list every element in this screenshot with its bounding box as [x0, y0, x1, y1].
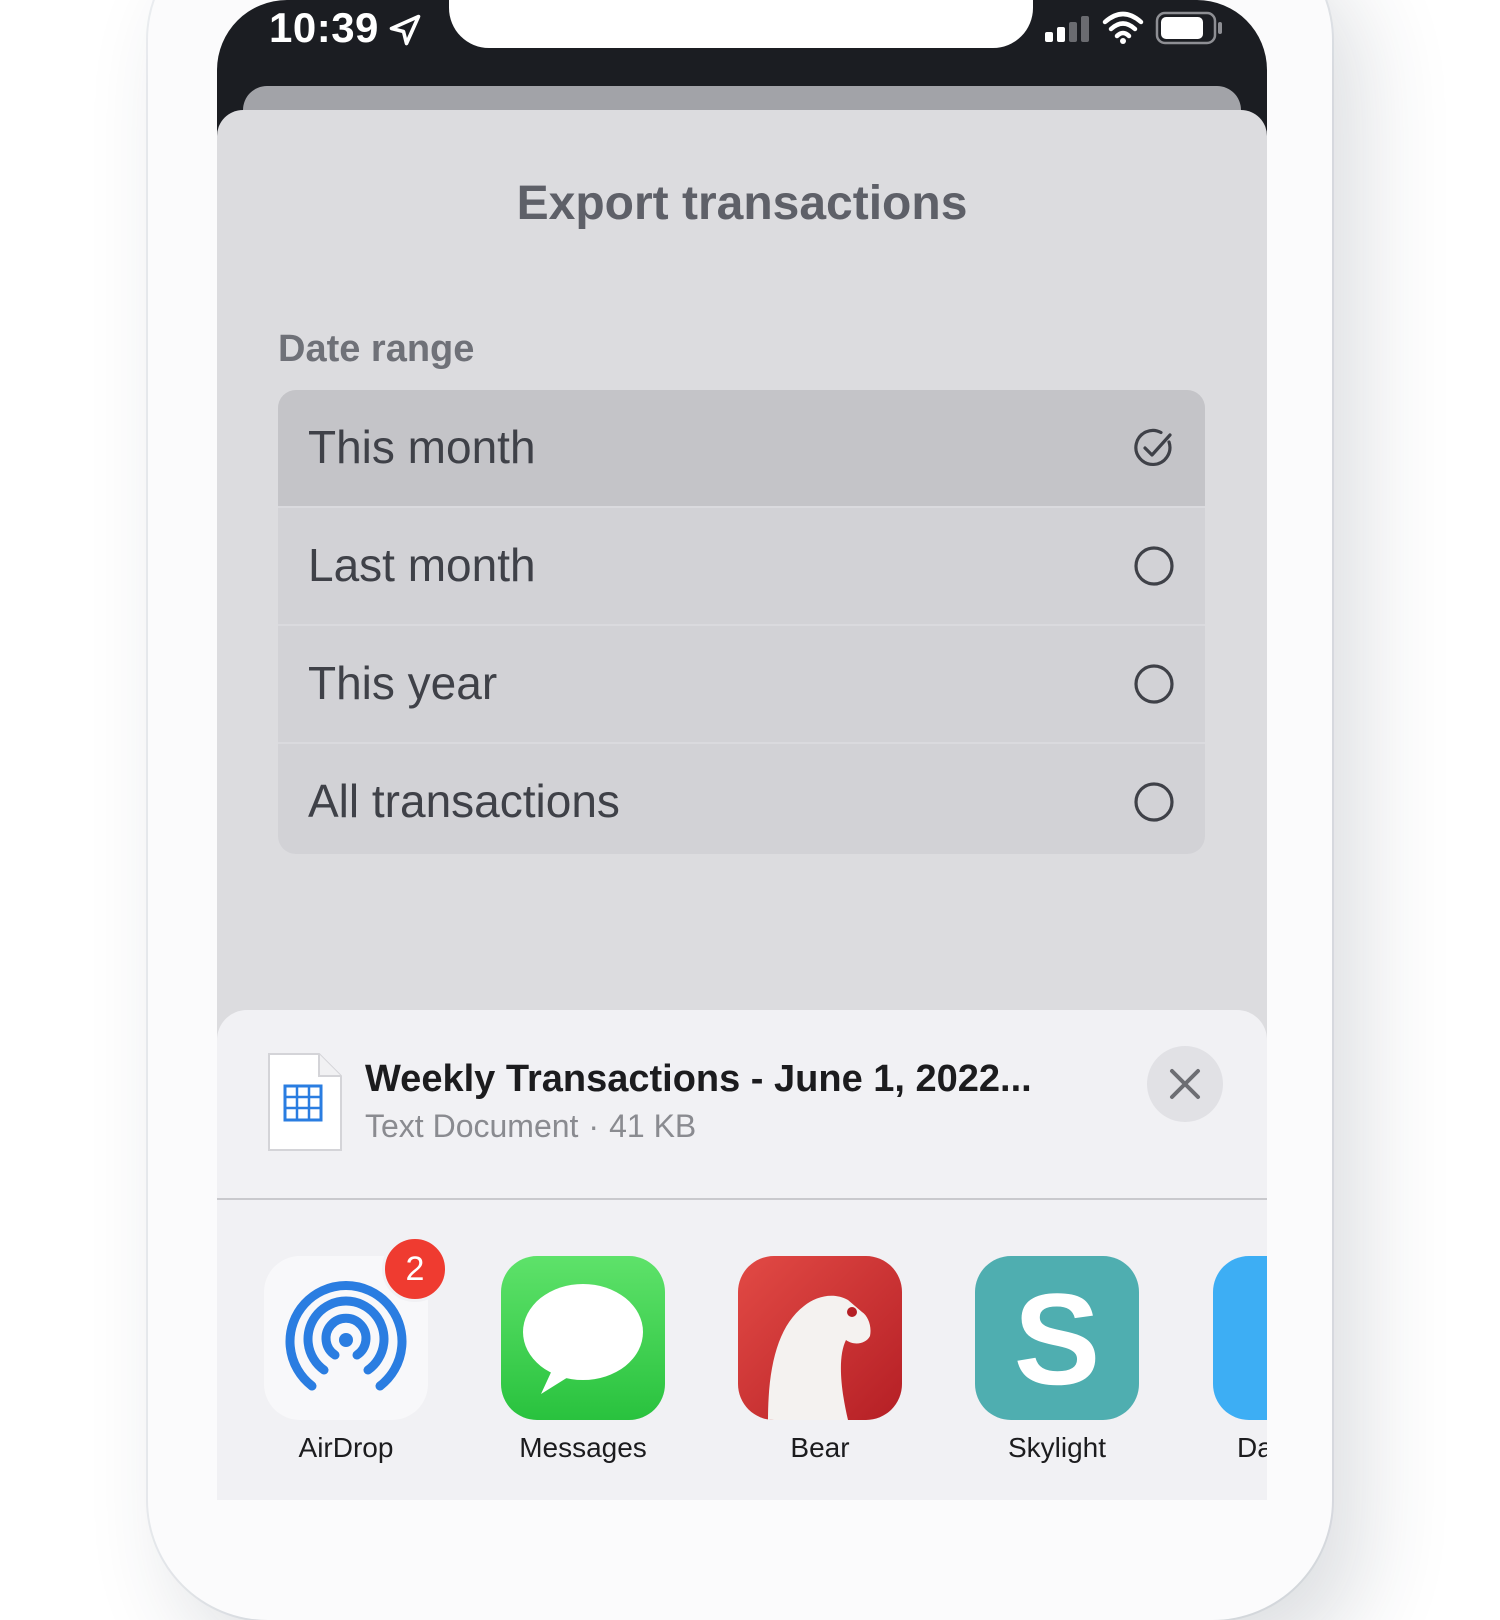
checkmark-circle-icon	[1134, 428, 1172, 466]
app-label: Messages	[519, 1432, 647, 1463]
share-app-skylight[interactable]: S Skylight	[975, 1256, 1139, 1463]
file-size: 41 KB	[609, 1108, 697, 1144]
radio-circle-icon	[1134, 664, 1174, 704]
share-divider	[217, 1198, 1267, 1200]
file-meta: Text Document · 41 KB	[365, 1108, 696, 1145]
option-label: Last month	[308, 539, 536, 591]
option-label: All transactions	[308, 775, 620, 827]
phone-screen: 10:39 Export transactions Date range Thi…	[217, 0, 1267, 1500]
option-this-month[interactable]: This month	[278, 390, 1205, 508]
radio-circle-icon	[1134, 782, 1174, 822]
close-button[interactable]	[1147, 1046, 1223, 1122]
close-icon	[1170, 1069, 1200, 1099]
app-label: Da	[1237, 1432, 1267, 1463]
skylight-icon: S	[975, 1256, 1139, 1420]
spreadsheet-document-icon	[268, 1053, 342, 1151]
date-range-label: Date range	[278, 328, 475, 370]
app-label: Skylight	[1007, 1432, 1107, 1463]
share-app-airdrop[interactable]: 2 AirDrop	[264, 1236, 448, 1463]
option-label: This year	[308, 657, 498, 709]
battery-icon	[1155, 11, 1222, 45]
svg-text:S: S	[1014, 1266, 1101, 1412]
modal-title: Export transactions	[516, 177, 968, 230]
share-apps-row: 2 AirDrop Messages Bear S Skylight Da	[217, 1236, 1267, 1486]
share-app-partial[interactable]: Da	[1213, 1256, 1267, 1463]
app-label: AirDrop	[298, 1432, 394, 1463]
radio-circle-icon	[1134, 546, 1174, 586]
status-bar: 10:39	[217, 0, 1267, 86]
bear-icon	[738, 1256, 902, 1420]
file-type: Text Document	[365, 1108, 579, 1144]
option-this-year[interactable]: This year	[278, 626, 1205, 744]
option-last-month[interactable]: Last month	[278, 508, 1205, 626]
cellular-signal-icon	[1045, 16, 1089, 42]
camera-notch	[449, 0, 1033, 48]
share-app-bear[interactable]: Bear	[738, 1256, 902, 1463]
share-app-messages[interactable]: Messages	[501, 1256, 665, 1463]
option-label: This month	[308, 421, 536, 473]
status-time: 10:39	[269, 4, 379, 51]
messages-icon	[501, 1256, 665, 1420]
share-sheet: Weekly Transactions - June 1, 2022... Te…	[217, 1010, 1267, 1500]
file-title: Weekly Transactions - June 1, 2022...	[365, 1058, 1032, 1100]
partial-app-icon	[1213, 1256, 1267, 1420]
date-range-options: This month Last month This year All tran…	[278, 390, 1205, 854]
option-all-transactions[interactable]: All transactions	[278, 744, 1205, 854]
app-label: Bear	[790, 1432, 850, 1463]
notification-badge: 2	[382, 1236, 448, 1302]
location-arrow-icon	[389, 14, 421, 46]
meta-separator: ·	[588, 1108, 600, 1144]
wifi-icon	[1102, 11, 1144, 44]
